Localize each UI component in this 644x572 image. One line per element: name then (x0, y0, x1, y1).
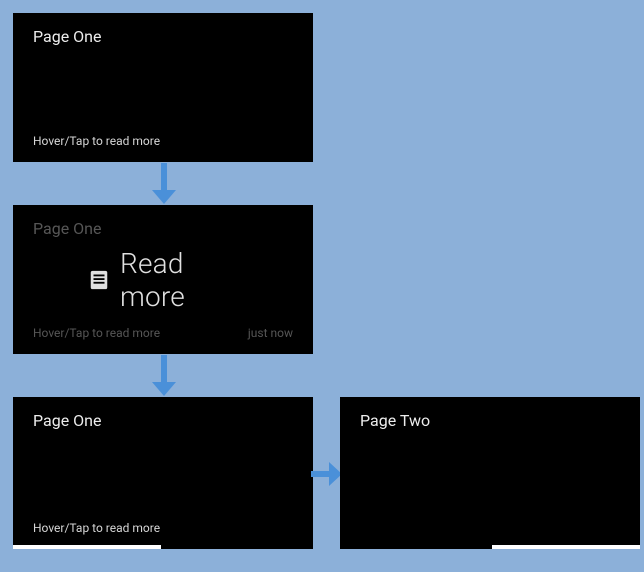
card-page-one-hover[interactable]: Page One Read more Hover/Tap to read mor… (13, 205, 313, 354)
read-more-label: Read more (120, 247, 238, 313)
document-icon (88, 269, 110, 291)
page-indicator-right (492, 545, 640, 549)
card-page-two-paginated[interactable]: Page Two (340, 397, 640, 549)
card-title: Page One (33, 219, 293, 238)
arrow-down-icon (150, 162, 178, 204)
card-title: Page One (33, 27, 293, 46)
card-hint: Hover/Tap to read more (33, 134, 160, 148)
card-hint: Hover/Tap to read more (33, 521, 160, 535)
card-title: Page Two (360, 411, 620, 430)
card-page-one-initial[interactable]: Page One Hover/Tap to read more (13, 13, 313, 162)
read-more-overlay[interactable]: Read more (88, 247, 238, 313)
arrow-right-icon (311, 460, 342, 488)
arrow-down-icon (150, 354, 178, 396)
card-page-one-paginated[interactable]: Page One Hover/Tap to read more (13, 397, 313, 549)
card-hint: Hover/Tap to read more (33, 326, 160, 340)
card-timestamp: just now (248, 326, 293, 340)
page-indicator-left (13, 545, 161, 549)
card-title: Page One (33, 411, 293, 430)
